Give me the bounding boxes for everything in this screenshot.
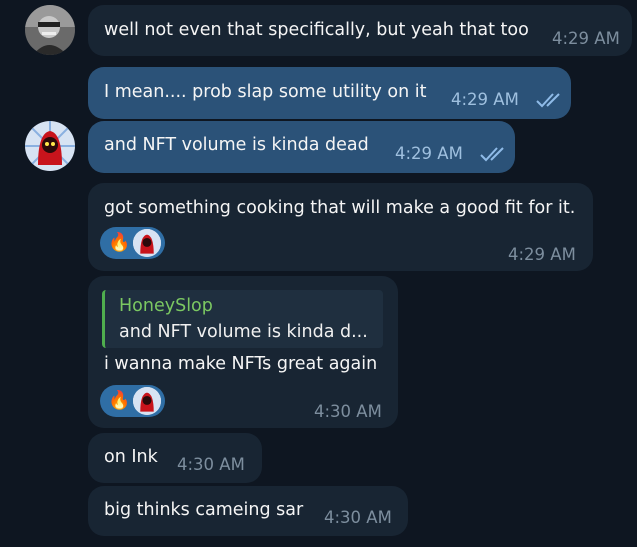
read-checkmark-icon bbox=[480, 147, 504, 162]
message-time: 4:29 AM bbox=[552, 29, 620, 48]
message-text: i wanna make NFTs great again bbox=[104, 354, 378, 374]
reply-preview: and NFT volume is kinda d... bbox=[119, 322, 368, 342]
reaction-chip[interactable]: 🔥 bbox=[100, 385, 166, 417]
reaction-chip[interactable]: 🔥 bbox=[100, 227, 166, 259]
message-bubble-reply[interactable]: HoneySlop and NFT volume is kinda d... i… bbox=[88, 276, 398, 428]
sender-avatar-image bbox=[25, 121, 75, 171]
message-bubble[interactable]: well not even that specifically, but yea… bbox=[88, 5, 632, 56]
message-time: 4:29 AM bbox=[451, 90, 519, 109]
message-bubble[interactable]: got something cooking that will make a g… bbox=[88, 183, 593, 271]
message-text: big thinks cameing sar bbox=[104, 500, 304, 520]
message-time: 4:29 AM bbox=[395, 144, 463, 163]
message-time: 4:30 AM bbox=[324, 508, 392, 527]
message-time: 4:30 AM bbox=[314, 402, 382, 421]
user-avatar[interactable] bbox=[25, 5, 75, 55]
read-checkmark-icon bbox=[536, 93, 560, 108]
message-bubble-outgoing[interactable]: I mean.... prob slap some utility on it … bbox=[88, 67, 571, 119]
fire-emoji-icon: 🔥 bbox=[108, 390, 131, 411]
chat-view: well not even that specifically, but yea… bbox=[0, 0, 637, 547]
reply-author: HoneySlop bbox=[119, 296, 213, 316]
reactor-avatar bbox=[133, 387, 162, 415]
message-text: well not even that specifically, but yea… bbox=[104, 20, 529, 40]
message-time: 4:30 AM bbox=[177, 455, 245, 474]
user-avatar-image bbox=[25, 5, 75, 55]
message-bubble[interactable]: on Ink 4:30 AM bbox=[88, 433, 262, 483]
message-bubble[interactable]: big thinks cameing sar 4:30 AM bbox=[88, 486, 408, 536]
message-text: I mean.... prob slap some utility on it bbox=[104, 82, 427, 102]
sender-avatar[interactable] bbox=[25, 121, 75, 171]
message-bubble-outgoing[interactable]: and NFT volume is kinda dead 4:29 AM bbox=[88, 121, 515, 173]
fire-emoji-icon: 🔥 bbox=[108, 232, 131, 253]
reactor-avatar bbox=[133, 229, 162, 257]
message-text: got something cooking that will make a g… bbox=[104, 198, 576, 218]
message-text: on Ink bbox=[104, 447, 158, 467]
message-text: and NFT volume is kinda dead bbox=[104, 135, 369, 155]
reply-quote[interactable]: HoneySlop and NFT volume is kinda d... bbox=[102, 290, 383, 348]
message-time: 4:29 AM bbox=[508, 245, 576, 264]
